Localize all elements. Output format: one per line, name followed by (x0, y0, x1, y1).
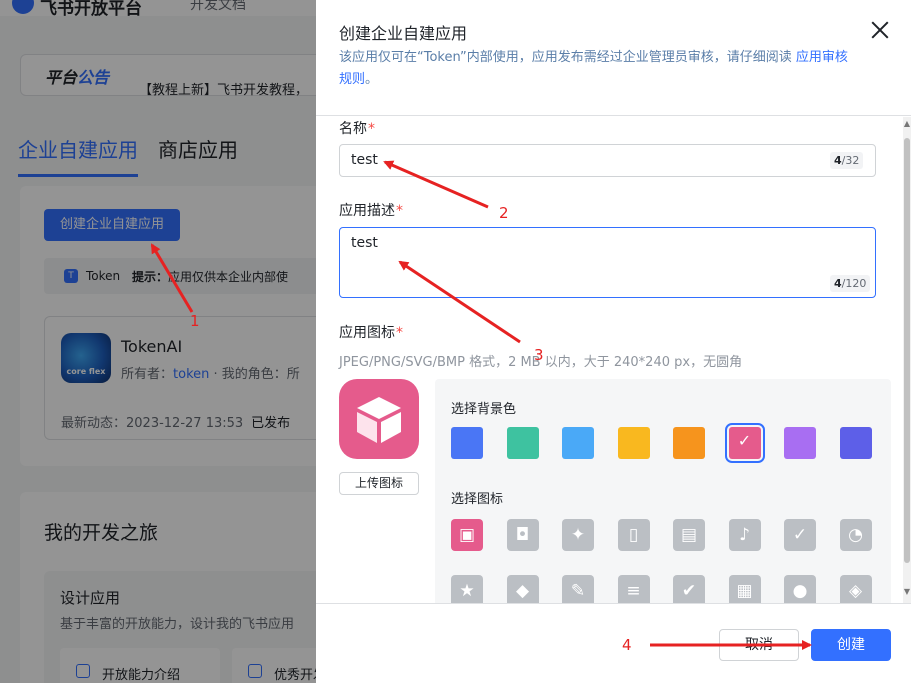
app-icon-label: 应用图标* (339, 325, 403, 341)
scroll-down-icon[interactable]: ▼ (903, 587, 911, 596)
description-char-counter: 4/120 (830, 275, 871, 292)
upload-icon-button[interactable]: 上传图标 (339, 472, 419, 495)
door-icon[interactable]: ▯ (617, 519, 650, 551)
annotation-1: 1 (190, 312, 200, 330)
icon-picker-panel: 选择背景色 选择图标 ▣◘✦▯▤♪✓◔★◆✎≡✔▦●◈ (435, 379, 891, 609)
bg-color-swatch[interactable] (451, 427, 483, 459)
cancel-button[interactable]: 取消 (719, 629, 799, 661)
drawer-title: 创建企业自建应用 (339, 24, 468, 43)
pie-icon[interactable]: ◔ (839, 519, 872, 551)
close-icon[interactable] (868, 18, 892, 42)
bg-color-swatch[interactable] (784, 427, 816, 459)
bg-color-title: 选择背景色 (451, 402, 517, 417)
icon-select-title: 选择图标 (451, 492, 504, 507)
box-icon[interactable]: ▣ (451, 519, 483, 551)
create-app-drawer: 创建企业自建应用 该应用仅可在“Token”内部使用，应用发布需经过企业管理员审… (316, 0, 911, 683)
name-input[interactable]: test 4/32 (339, 144, 876, 177)
bell-icon[interactable]: ♪ (728, 519, 761, 551)
briefcase-icon[interactable]: ▤ (673, 519, 705, 551)
scrollbar-thumb[interactable] (904, 138, 910, 563)
checklist-icon[interactable]: ✓ (784, 519, 816, 551)
bg-color-swatch[interactable] (562, 427, 594, 459)
bg-color-swatch[interactable] (617, 427, 650, 459)
drawer-description: 该应用仅可在“Token”内部使用，应用发布需经过企业管理员审核，请仔细阅读 应… (339, 50, 848, 87)
bg-color-swatch[interactable] (839, 427, 872, 459)
bg-color-swatch[interactable] (724, 423, 765, 463)
icon-preview (339, 379, 419, 459)
drawer-header: 创建企业自建应用 该应用仅可在“Token”内部使用，应用发布需经过企业管理员审… (316, 0, 911, 116)
lightbulb-icon[interactable]: ✦ (562, 519, 594, 551)
description-label: 应用描述* (339, 203, 403, 219)
drawer-footer: 取消 创建 (316, 603, 911, 683)
box-icon (357, 397, 401, 443)
robot-icon[interactable]: ◘ (506, 519, 539, 551)
bg-color-swatch[interactable] (673, 427, 705, 459)
annotation-2: 2 (499, 204, 509, 222)
scroll-up-icon[interactable]: ▲ (903, 119, 911, 128)
description-textarea[interactable]: test 4/120 (339, 227, 876, 298)
name-label: 名称* (339, 121, 375, 137)
name-char-counter: 4/32 (830, 152, 864, 169)
name-input-value: test (351, 152, 378, 168)
description-value: test (351, 235, 378, 251)
annotation-4: 4 (622, 636, 632, 654)
bg-color-swatch[interactable] (506, 427, 539, 459)
annotation-3: 3 (534, 346, 544, 364)
create-button[interactable]: 创建 (811, 629, 891, 661)
